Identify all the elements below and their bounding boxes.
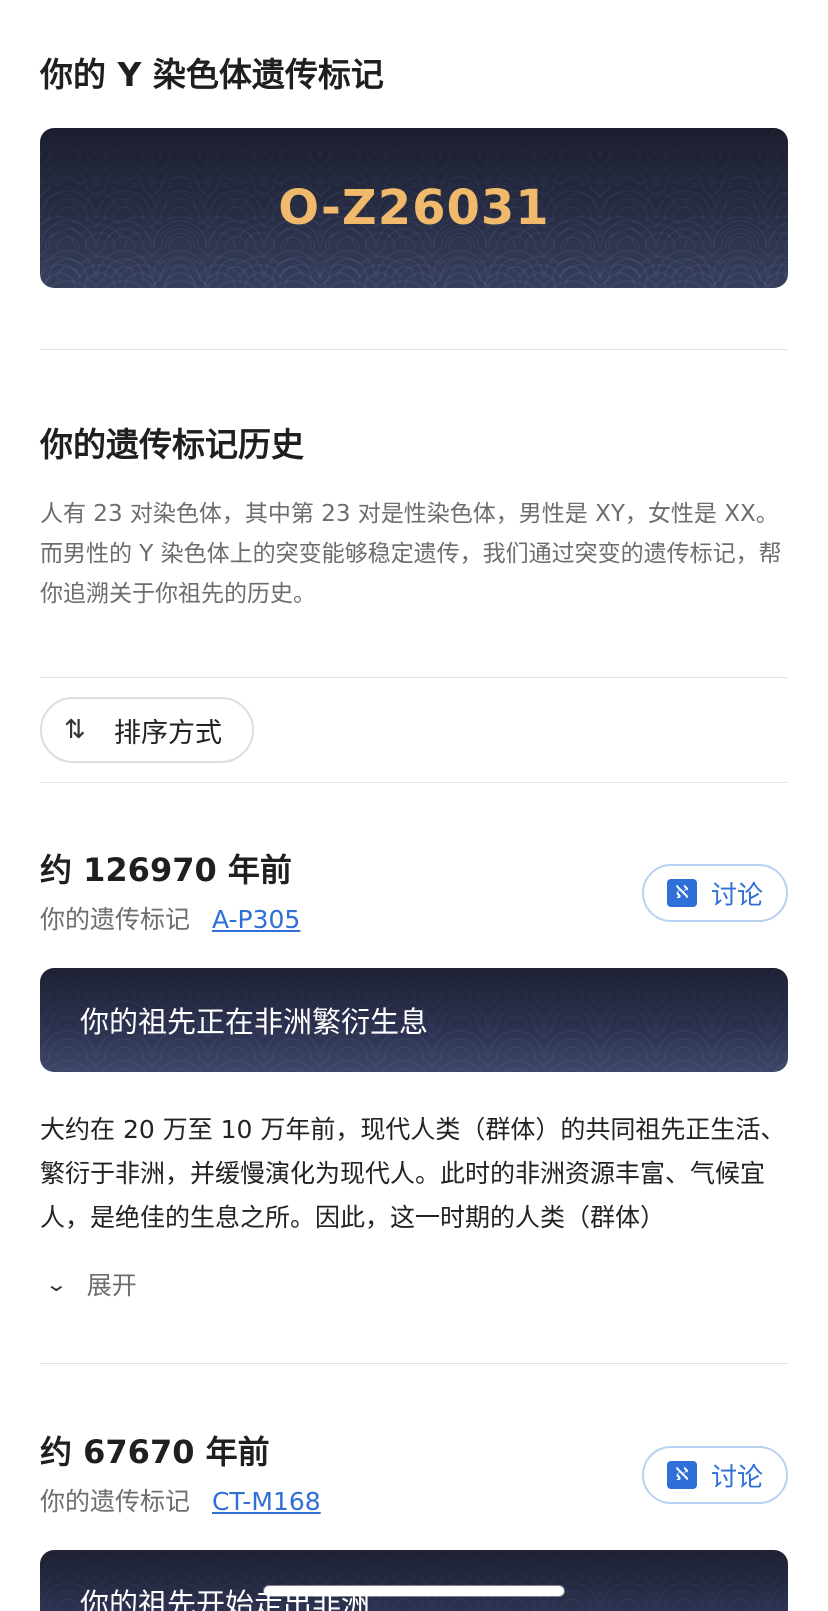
sort-button[interactable]: ⇅ 排序方式 — [40, 697, 254, 763]
expand-button[interactable]: ⌄ 展开 — [44, 1266, 137, 1302]
marker-row: 你的遗传标记 A-P305 — [40, 900, 300, 936]
haplogroup-value: O-Z26031 — [278, 180, 550, 236]
section-title-haplogroup: 你的 Y 染色体遗传标记 — [40, 55, 384, 94]
event-card: 你的祖先正在非洲繁衍生息 — [40, 968, 788, 1072]
discuss-button[interactable]: ℵ 讨论 — [642, 864, 788, 922]
event-title: 你的祖先正在非洲繁衍生息 — [80, 1005, 429, 1039]
marker-label: 你的遗传标记 — [40, 905, 191, 934]
era-time: 约 67670 年前 — [40, 1433, 270, 1471]
divider — [40, 782, 788, 783]
discuss-label: 讨论 — [710, 880, 763, 911]
chevron-down-icon: ⌄ — [44, 1272, 69, 1296]
marker-link[interactable]: CT-M168 — [212, 1487, 321, 1516]
divider — [40, 349, 788, 350]
marker-row: 你的遗传标记 CT-M168 — [40, 1482, 321, 1518]
history-intro: 人有 23 对染色体，其中第 23 对是性染色体，男性是 XY，女性是 XX。而… — [40, 501, 782, 607]
expand-label: 展开 — [86, 1271, 137, 1300]
discuss-button[interactable]: ℵ 讨论 — [642, 1446, 788, 1504]
haplogroup-card: O-Z26031 — [40, 128, 788, 288]
chat-icon: ℵ — [666, 879, 697, 907]
sort-icon: ⇅ — [64, 715, 86, 745]
marker-label: 你的遗传标记 — [40, 1487, 191, 1516]
page: 你的 Y 染色体遗传标记 O-Z26031 你的遗传标记历史 人有 23 对染色… — [0, 0, 828, 1611]
section-title-history: 你的遗传标记历史 — [40, 425, 304, 464]
event-card: 你的祖先开始走出非洲 — [40, 1550, 788, 1611]
era-time: 约 126970 年前 — [40, 851, 292, 889]
marker-link[interactable]: A-P305 — [212, 905, 300, 934]
discuss-label: 讨论 — [710, 1462, 763, 1493]
event-description: 大约在 20 万至 10 万年前，现代人类（群体）的共同祖先正生活、繁衍于非洲，… — [40, 1115, 786, 1232]
chat-icon: ℵ — [666, 1461, 697, 1489]
event-title: 你的祖先开始走出非洲 — [80, 1587, 371, 1611]
home-indicator[interactable] — [264, 1586, 564, 1596]
sort-label: 排序方式 — [114, 717, 222, 749]
divider — [40, 1363, 788, 1364]
divider — [40, 677, 788, 678]
